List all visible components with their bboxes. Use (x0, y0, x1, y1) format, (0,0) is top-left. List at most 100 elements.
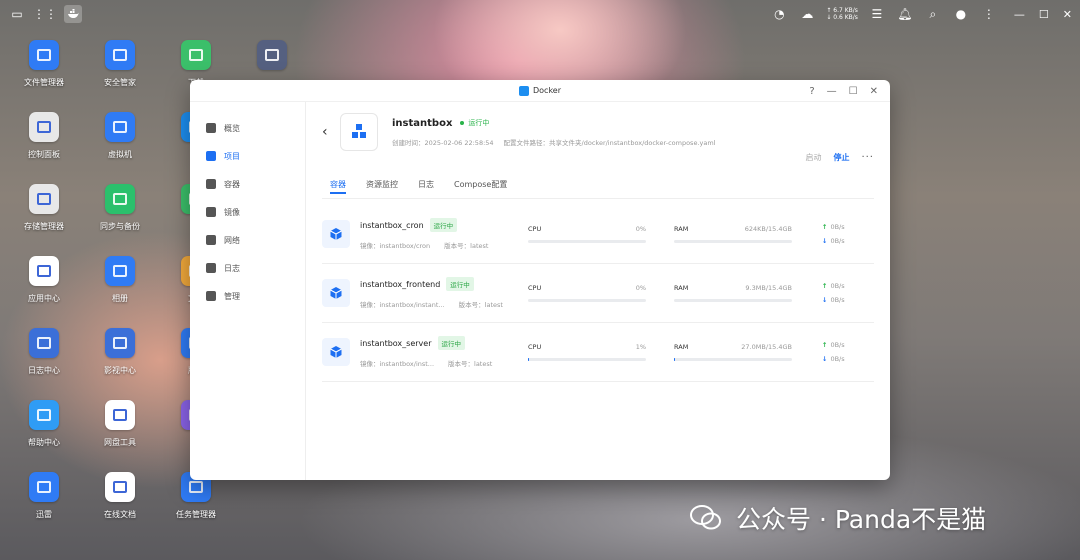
ram-bar (674, 240, 792, 243)
upload-rate: 0B/s (830, 282, 845, 290)
desktop-icon-3[interactable] (236, 40, 308, 77)
more-menu-icon[interactable]: ⋮ (980, 5, 998, 23)
sidebar-item-2[interactable]: 容器 (190, 170, 305, 198)
cpu-metric: CPU 0% (528, 284, 646, 302)
container-name[interactable]: instantbox_server (360, 339, 432, 348)
sidebar-item-6[interactable]: 管理 (190, 282, 305, 310)
sidebar-item-3[interactable]: 镜像 (190, 198, 305, 226)
window-minimize-icon[interactable]: — (827, 86, 837, 97)
desktop-icon-0[interactable]: 文件管理器 (8, 40, 80, 88)
container-version: 版本号：latest (444, 242, 489, 250)
desktop-icon-label: 虚拟机 (108, 150, 132, 159)
photo-icon (105, 256, 135, 286)
desktop-icon-20[interactable]: 在线文档 (84, 472, 156, 520)
tab-0[interactable]: 容器 (330, 170, 346, 198)
show-desktop-icon[interactable]: ▭ (8, 5, 26, 23)
ram-value: 624KB/15.4GB (744, 225, 792, 233)
container-row[interactable]: instantbox_frontend 运行中 镜像：instantbox/inst… (322, 264, 874, 323)
container-image: 镜像：instantbox/instant... (360, 301, 445, 309)
cpu-value: 1% (635, 343, 646, 351)
ram-bar (674, 358, 792, 361)
user-icon[interactable]: ● (952, 5, 970, 23)
more-actions-button[interactable]: ··· (861, 152, 874, 163)
minimize-icon[interactable]: — (1014, 8, 1025, 21)
window-maximize-icon[interactable]: ☐ (849, 86, 858, 97)
search-icon[interactable]: ⌕ (924, 5, 942, 23)
sidebar-item-5[interactable]: 日志 (190, 254, 305, 282)
help-icon[interactable]: ? (809, 86, 814, 97)
container-name[interactable]: instantbox_cron (360, 221, 424, 230)
desktop-icon-label: 存储管理器 (24, 222, 64, 231)
desktop-icon-1[interactable]: 安全管家 (84, 40, 156, 88)
desktop-icon-16[interactable]: 帮助中心 (8, 400, 80, 448)
download-rate: 0B/s (830, 355, 845, 363)
status-badge: 运行中 (437, 336, 465, 350)
container-cube-icon (322, 220, 350, 248)
cpu-label: CPU (528, 225, 542, 233)
download-arrow-icon: ↓ (822, 296, 828, 304)
network-icon (206, 235, 216, 245)
project-name: instantbox (392, 117, 453, 129)
docker-icon (518, 85, 529, 96)
upload-rate: 0B/s (830, 223, 845, 231)
desktop-icon-10[interactable]: 应用中心 (8, 256, 80, 304)
sidebar-item-1[interactable]: 项目 (190, 142, 305, 170)
window-close-icon[interactable]: ✕ (870, 86, 878, 97)
desktop-icon-label: 在线文档 (104, 510, 136, 519)
start-button[interactable]: 启动 (805, 152, 821, 163)
container-row[interactable]: instantbox_server 运行中镜像：instantbox/inst..… (322, 323, 874, 382)
sidebar-item-label: 项目 (224, 151, 240, 161)
container-name[interactable]: instantbox_frontend (360, 280, 440, 289)
cpu-value: 0% (635, 225, 646, 233)
container-cube-icon (322, 338, 350, 366)
network-rate: ↑ 0B/s ↓ 0B/s (822, 223, 845, 245)
sliders-icon (29, 112, 59, 142)
tab-1[interactable]: 资源监控 (366, 170, 398, 198)
bell-icon[interactable]: 🔔︎ (896, 5, 914, 23)
desktop-icon-13[interactable]: 日志中心 (8, 328, 80, 376)
app-grid-icon[interactable]: ⋮⋮ (33, 5, 57, 23)
tab-2[interactable]: 日志 (418, 170, 434, 198)
upload-arrow-icon: ↑ (822, 341, 828, 349)
desktop-icon-label: 同步与备份 (100, 222, 140, 231)
net-down-speed: ↓ 0.6 KB/s (826, 14, 858, 21)
task-list-icon[interactable]: ☰ (868, 5, 886, 23)
desktop-icon-4[interactable]: 控制面板 (8, 112, 80, 160)
server-icon (105, 112, 135, 142)
desktop-icon-5[interactable]: 虚拟机 (84, 112, 156, 160)
folder-icon (29, 40, 59, 70)
stop-button[interactable]: 停止 (833, 152, 849, 163)
desktop-icon-19[interactable]: 迅雷 (8, 472, 80, 520)
desktop-icon-label: 安全管家 (104, 78, 136, 87)
watermark: 公众号 · Panda不是猫 (690, 500, 986, 536)
desktop-icon-14[interactable]: 影视中心 (84, 328, 156, 376)
container-cube-icon (322, 279, 350, 307)
ram-metric: RAM 27.0MB/15.4GB (674, 343, 792, 361)
ram-value: 27.0MB/15.4GB (741, 343, 792, 351)
desktop-icon-label: 控制面板 (28, 150, 60, 159)
project-created: 创建时间：2025-02-06 22:58:54 (392, 138, 494, 147)
sidebar-item-0[interactable]: 概览 (190, 114, 305, 142)
tab-3[interactable]: Compose配置 (454, 170, 507, 198)
sidebar-item-4[interactable]: 网络 (190, 226, 305, 254)
sidebar-item-label: 管理 (224, 291, 240, 301)
desktop-icon-7[interactable]: 存储管理器 (8, 184, 80, 232)
back-icon[interactable]: ‹ (322, 124, 334, 140)
docker-taskbar-icon[interactable] (64, 5, 82, 23)
maximize-icon[interactable]: ☐ (1039, 8, 1049, 21)
network-speed-icon: ☁ (801, 7, 814, 21)
container-row[interactable]: instantbox_cron 运行中 镜像：instantbox/cron 版本号：… (322, 205, 874, 264)
sidebar-item-label: 概览 (224, 123, 240, 133)
desktop-icon-8[interactable]: 同步与备份 (84, 184, 156, 232)
window-titlebar[interactable]: Docker ? — ☐ ✕ (190, 80, 890, 102)
container-image: 镜像：instantbox/inst... (360, 360, 435, 368)
desktop-icon-17[interactable]: 网盘工具 (84, 400, 156, 448)
project-icon (206, 151, 216, 161)
desktop-icon-11[interactable]: 相册 (84, 256, 156, 304)
close-icon[interactable]: ✕ (1063, 8, 1072, 21)
docker-window: Docker ? — ☐ ✕ 概览 项目 容器 镜像 网络 日志 管理 ‹ instantb… (190, 80, 890, 480)
cpu-bar (528, 240, 646, 243)
log-icon (206, 263, 216, 273)
container-version: 版本号：latest (458, 301, 503, 309)
upload-rate: 0B/s (830, 341, 845, 349)
